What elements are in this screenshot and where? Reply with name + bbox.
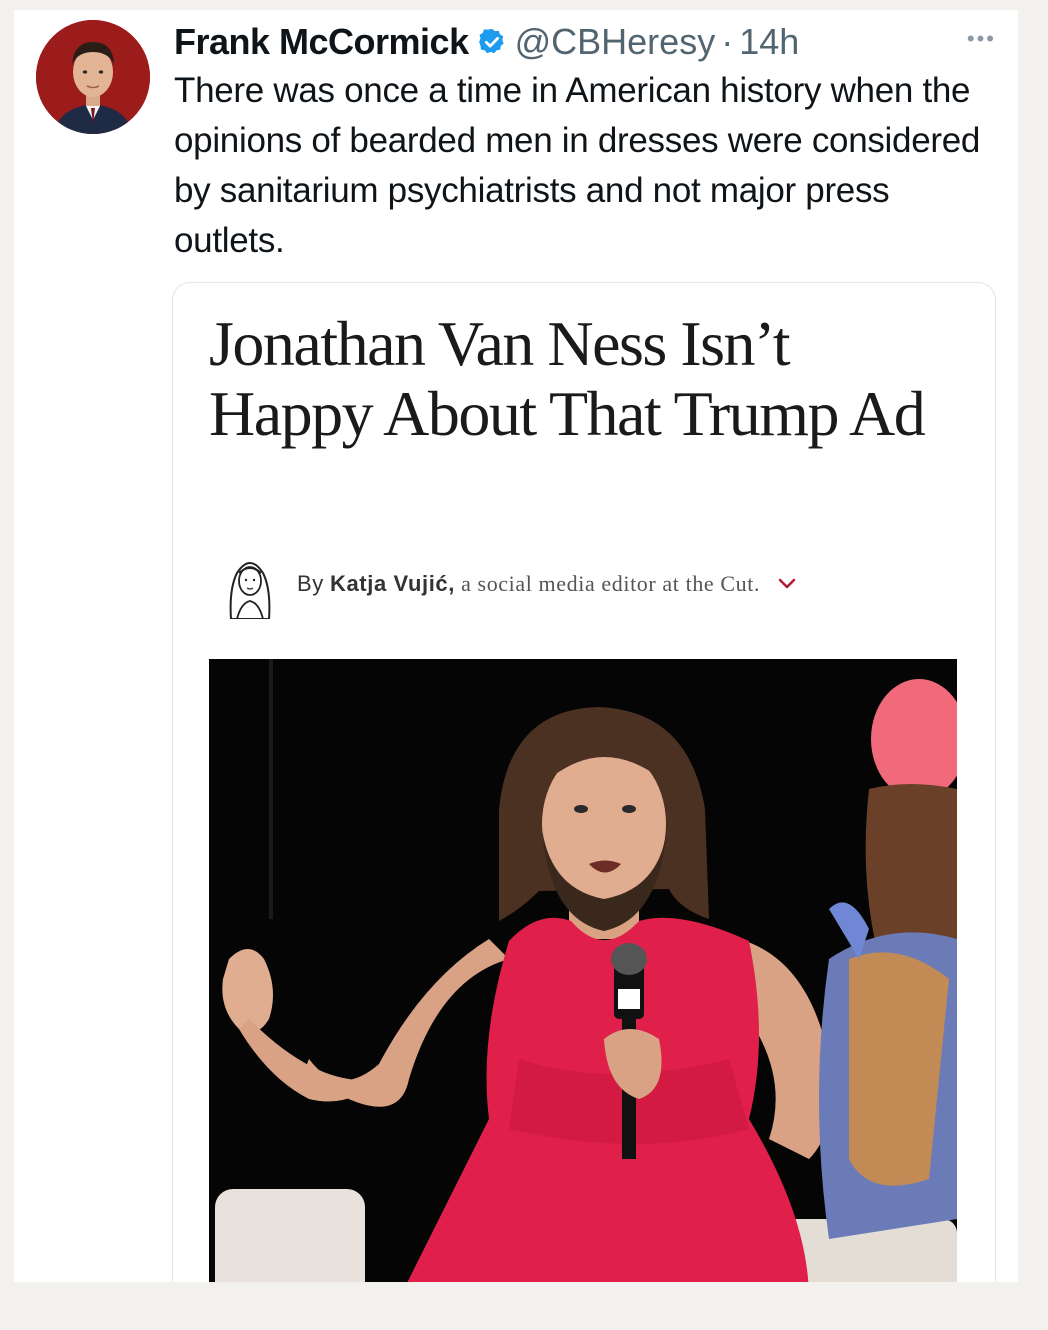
byline-text: By Katja Vujić, a social media editor at… bbox=[297, 571, 760, 597]
article-headline[interactable]: Jonathan Van Ness Isn’t Happy About That… bbox=[209, 309, 949, 449]
author-avatar[interactable] bbox=[36, 20, 150, 134]
article-byline: By Katja Vujić, a social media editor at… bbox=[217, 549, 796, 619]
quoted-article-card[interactable]: Jonathan Van Ness Isn’t Happy About That… bbox=[172, 282, 996, 1282]
article-photo-image bbox=[209, 659, 957, 1282]
author-name[interactable]: Frank McCormick bbox=[174, 21, 469, 63]
byline-prefix: By bbox=[297, 571, 324, 596]
byline-author-portrait bbox=[217, 549, 283, 619]
author-handle[interactable]: @CBHeresy bbox=[515, 21, 716, 63]
tweet[interactable]: Frank McCormick @CBHeresy · 14h ••• Ther… bbox=[14, 10, 1018, 1282]
verified-badge-icon bbox=[477, 27, 507, 57]
tweet-text: There was once a time in American histor… bbox=[174, 71, 981, 260]
chevron-down-icon[interactable] bbox=[778, 578, 796, 590]
tweet-timestamp[interactable]: 14h bbox=[739, 21, 799, 63]
byline-author[interactable]: Katja Vujić, bbox=[330, 571, 455, 596]
header-separator: · bbox=[721, 21, 734, 62]
tweet-header: Frank McCormick @CBHeresy · 14h bbox=[174, 20, 799, 64]
byline-role: a social media editor at the Cut. bbox=[461, 571, 761, 596]
author-avatar-image bbox=[36, 20, 150, 134]
more-options-icon[interactable]: ••• bbox=[967, 26, 996, 52]
article-photo[interactable] bbox=[209, 659, 957, 1282]
